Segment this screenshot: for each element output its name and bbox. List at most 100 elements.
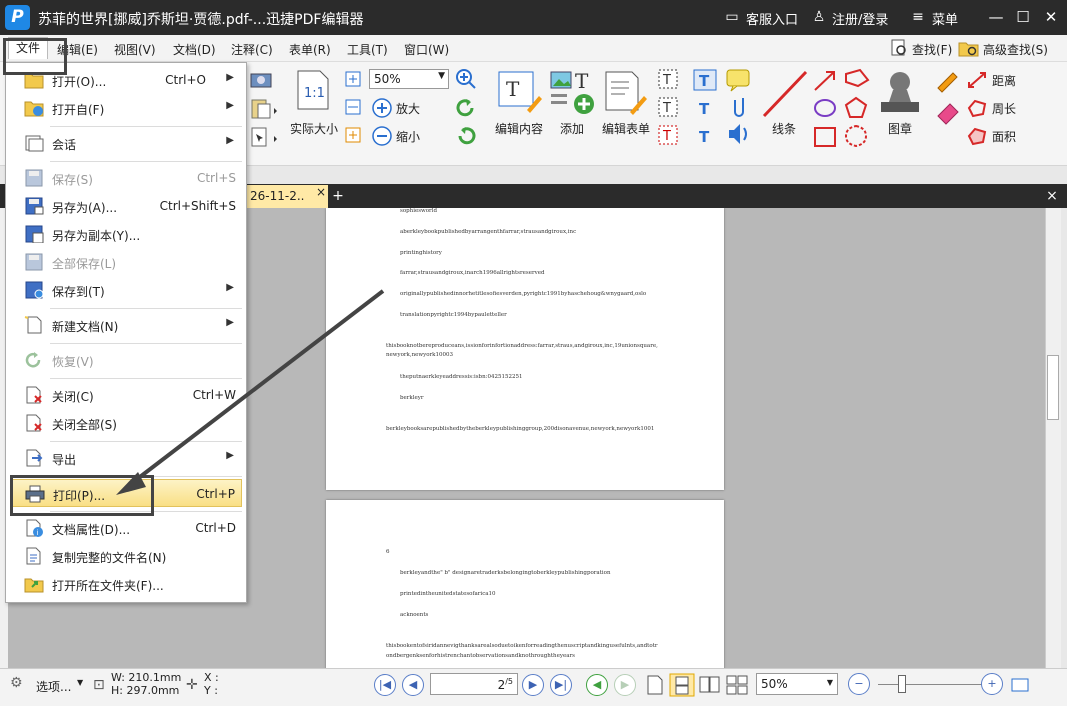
menu-item-save-as[interactable]: 另存为(A)... Ctrl+Shift+S xyxy=(6,192,246,220)
menu-item-copy-full-filename[interactable]: 复制完整的文件名(N) xyxy=(6,542,246,570)
scrollbar-thumb[interactable] xyxy=(1047,355,1059,420)
perimeter-button[interactable]: 周长 xyxy=(992,100,1016,117)
menu-item-document-properties[interactable]: i 文档属性(D)... Ctrl+D xyxy=(6,514,246,542)
chevron-down-icon[interactable]: ▼ xyxy=(77,678,83,687)
comment-tools-icon[interactable] xyxy=(725,68,751,148)
stamp-button[interactable]: 图章 xyxy=(888,120,912,137)
menu-form[interactable]: 表单(R) xyxy=(289,41,331,58)
fullscreen-icon[interactable] xyxy=(1010,677,1030,693)
menu-item-shortcut: Ctrl+P xyxy=(196,487,235,501)
menu-tools[interactable]: 工具(T) xyxy=(347,41,388,58)
service-entry-button[interactable]: 客服入口 xyxy=(746,9,798,28)
page-layout-icons[interactable] xyxy=(645,673,753,697)
paste-icon[interactable] xyxy=(250,98,280,120)
edit-content-button[interactable]: 编辑内容 xyxy=(495,120,543,137)
gear-icon[interactable]: ⚙ xyxy=(10,675,23,691)
user-icon[interactable]: ♙ xyxy=(811,9,827,25)
page-text-line: aberkleybookpublishedbyarrangenthfarrar,… xyxy=(400,229,577,235)
distance-icon[interactable] xyxy=(966,70,988,90)
menu-item-new-document[interactable]: 新建文档(N) ▶ xyxy=(6,311,246,339)
menu-item-export[interactable]: 导出 ▶ xyxy=(6,444,246,472)
pencil-eraser-icon[interactable] xyxy=(935,68,961,148)
menu-item-save-all[interactable]: 全部保存(L) xyxy=(6,248,246,276)
shape-tools-icon[interactable] xyxy=(812,68,872,150)
advanced-find-icon[interactable] xyxy=(958,39,980,57)
menu-item-open[interactable]: 打开(O)... Ctrl+O ▶ xyxy=(6,66,246,94)
back-button[interactable]: ◀ xyxy=(586,674,608,696)
menu-view[interactable]: 视图(V) xyxy=(114,41,156,58)
zoom-out-icon[interactable] xyxy=(371,125,393,147)
zoom-select[interactable]: 50% ▼ xyxy=(369,69,449,89)
menu-separator xyxy=(50,378,242,379)
menu-item-open-from[interactable]: 打开自(F) ▶ xyxy=(6,94,246,122)
menu-comment[interactable]: 注释(C) xyxy=(231,41,273,58)
menu-item-close[interactable]: 关闭(C) Ctrl+W xyxy=(6,381,246,409)
zoom-out-button[interactable]: 缩小 xyxy=(396,128,420,145)
area-button[interactable]: 面积 xyxy=(992,128,1016,145)
menu-item-close-all[interactable]: 关闭全部(S) xyxy=(6,409,246,437)
perimeter-icon[interactable] xyxy=(966,98,988,118)
menu-edit[interactable]: 编辑(E) xyxy=(57,41,98,58)
last-page-button[interactable]: ▶| xyxy=(550,674,572,696)
find-button[interactable]: 查找(F) xyxy=(912,41,952,58)
zoom-in-icon[interactable] xyxy=(371,97,393,119)
vertical-scrollbar[interactable] xyxy=(1045,208,1061,668)
options-button[interactable]: 选项... xyxy=(36,678,71,695)
edit-content-icon[interactable]: T xyxy=(497,70,543,116)
menu-item-save-copy[interactable]: 另存为副本(Y)... xyxy=(6,220,246,248)
lines-button[interactable]: 线条 xyxy=(772,120,796,137)
text-format-icon[interactable]: TTT xyxy=(692,68,718,148)
tab-close-icon[interactable]: × xyxy=(316,185,326,199)
close-all-tabs-icon[interactable]: × xyxy=(1043,187,1061,205)
menu-item-print[interactable]: 打印(P)... Ctrl+P xyxy=(10,479,242,507)
status-zoom-out-button[interactable]: − xyxy=(848,673,870,695)
stamp-icon[interactable] xyxy=(877,68,923,118)
menu-item-save[interactable]: 保存(S) Ctrl+S xyxy=(6,164,246,192)
add-icon[interactable]: T xyxy=(549,68,597,116)
zoom-in-magnifier-icon[interactable] xyxy=(455,68,477,90)
maximize-button[interactable]: ☐ xyxy=(1012,6,1034,28)
status-zoom-select[interactable]: 50% ▼ xyxy=(756,673,838,695)
new-tab-icon[interactable]: + xyxy=(330,188,346,204)
rotate-right-icon[interactable] xyxy=(455,126,477,146)
hamburger-icon[interactable]: ≡ xyxy=(910,9,926,25)
menu-file[interactable]: 文件 xyxy=(8,37,48,59)
camera-icon[interactable] xyxy=(250,70,272,88)
menu-window[interactable]: 窗口(W) xyxy=(404,41,449,58)
menu-item-save-to[interactable]: 保存到(T) ▶ xyxy=(6,276,246,304)
main-menu-button[interactable]: 菜单 xyxy=(932,9,958,28)
distance-button[interactable]: 距离 xyxy=(992,72,1016,89)
form-field-tools-icon[interactable]: TTT xyxy=(656,68,682,148)
menu-document[interactable]: 文档(D) xyxy=(173,41,216,58)
close-window-button[interactable]: ✕ xyxy=(1040,6,1062,28)
zoom-slider-thumb[interactable] xyxy=(898,675,906,693)
select-tool-icon[interactable] xyxy=(250,126,280,148)
status-zoom-in-button[interactable]: + xyxy=(981,673,1003,695)
previous-page-button[interactable]: ◀ xyxy=(402,674,424,696)
add-button[interactable]: 添加 xyxy=(560,120,584,137)
area-icon[interactable] xyxy=(966,126,988,146)
menu-item-session[interactable]: 会话 ▶ xyxy=(6,129,246,157)
login-button[interactable]: 注册/登录 xyxy=(832,9,888,28)
zoom-in-button[interactable]: 放大 xyxy=(396,100,420,117)
menu-item-open-containing-folder[interactable]: 打开所在文件夹(F)... xyxy=(6,570,246,598)
rotate-left-icon[interactable] xyxy=(455,98,477,118)
actual-size-icon[interactable]: 1:1 xyxy=(294,70,332,110)
minimize-button[interactable]: — xyxy=(985,6,1007,28)
chat-icon[interactable]: ▭ xyxy=(724,9,740,25)
page-number-input[interactable]: 2/5 xyxy=(430,673,518,695)
zoom-slider-track[interactable] xyxy=(878,684,982,685)
edit-form-button[interactable]: 编辑表单 xyxy=(602,120,650,137)
actual-size-button[interactable]: 实际大小 xyxy=(290,120,338,137)
fit-width-icon[interactable] xyxy=(344,98,362,116)
next-page-button[interactable]: ▶ xyxy=(522,674,544,696)
forward-button[interactable]: ▶ xyxy=(614,674,636,696)
first-page-button[interactable]: |◀ xyxy=(374,674,396,696)
line-icon[interactable] xyxy=(760,68,810,120)
edit-form-icon[interactable] xyxy=(604,70,650,116)
fit-visible-icon[interactable] xyxy=(344,126,362,144)
fit-page-icon[interactable] xyxy=(344,70,362,88)
find-icon[interactable] xyxy=(890,39,908,57)
advanced-find-button[interactable]: 高级查找(S) xyxy=(983,41,1048,58)
menu-item-revert[interactable]: 恢复(V) xyxy=(6,346,246,374)
